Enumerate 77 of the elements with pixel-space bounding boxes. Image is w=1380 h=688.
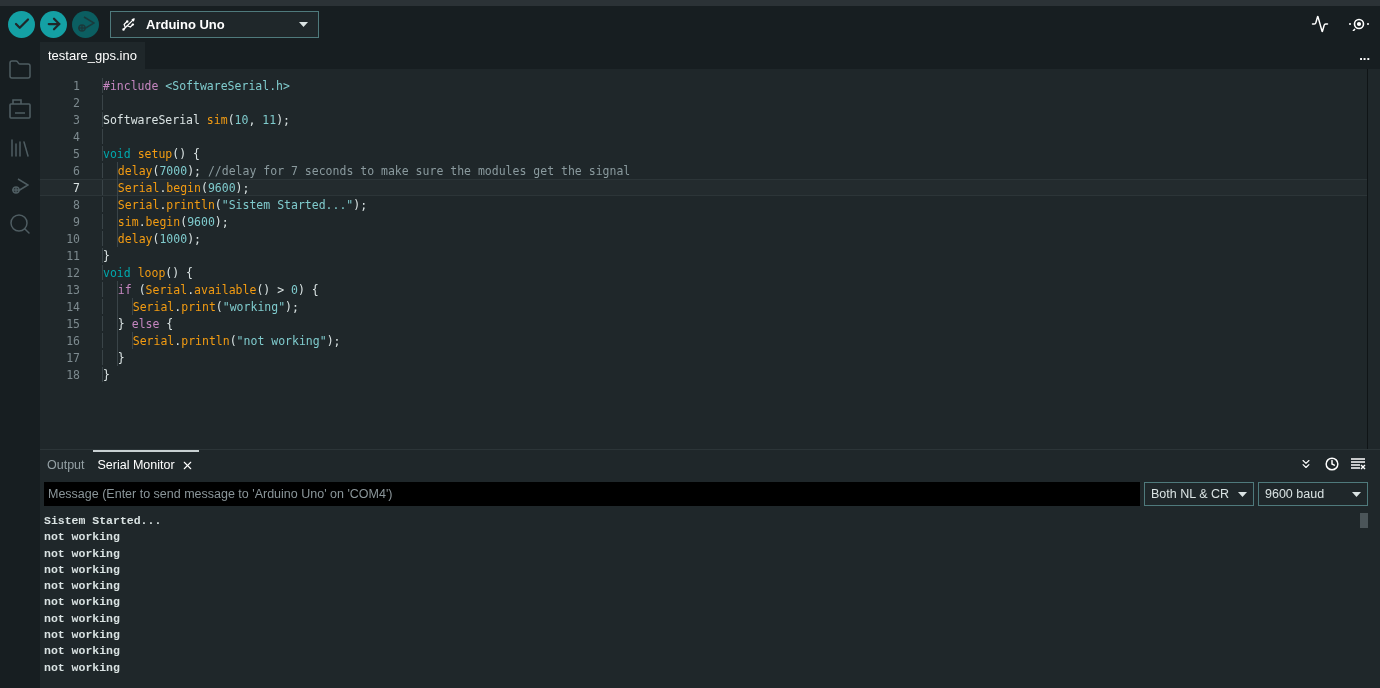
output-line: not working [44, 529, 121, 546]
line-number: 3 [72, 112, 80, 127]
message-input[interactable]: Message (Enter to send message to 'Arduino Uno' on 'COM4') [44, 482, 1140, 506]
autoscroll-button[interactable] [1299, 457, 1313, 471]
line-number: 12 [65, 265, 80, 280]
output-line: not working [44, 610, 121, 627]
output-line: not working [44, 594, 121, 611]
output-line: not working [44, 643, 121, 660]
verify-button[interactable] [8, 10, 35, 38]
code-line: 14 Serial.print("working"); [40, 298, 1367, 315]
chevrons-down-icon [1299, 457, 1313, 471]
serial-monitor-icon [1348, 17, 1370, 31]
upload-button[interactable] [40, 10, 67, 38]
code-line: 12 void loop() { [40, 264, 1367, 281]
debug-button[interactable] [11, 177, 29, 195]
line-number: 5 [72, 146, 80, 161]
debug-icon [11, 177, 29, 195]
line-number: 7 [72, 180, 80, 195]
library-icon [8, 136, 32, 160]
clock-icon [1325, 457, 1339, 471]
panel-tab[interactable]: Serial Monitor [92, 450, 199, 478]
line-number: 13 [65, 282, 80, 297]
output-line: not working [44, 627, 121, 644]
clear-output-button[interactable] [1351, 458, 1366, 470]
code-line: 17 } [40, 349, 1367, 366]
code-line: 5 void setup() { [40, 145, 1367, 162]
output-line: not working [44, 561, 121, 578]
line-number: 8 [72, 197, 80, 212]
line-number: 15 [65, 316, 80, 331]
line-number: 2 [72, 95, 80, 110]
clear-output-icon [1351, 458, 1366, 470]
file-tab[interactable]: testare_gps.ino [40, 42, 145, 69]
tab-label: Output [47, 458, 85, 472]
output-line: not working [44, 659, 121, 676]
code-line: 8 Serial.println("Sistem Started..."); [40, 196, 1367, 213]
code-line: 15 } else { [40, 315, 1367, 332]
line-number: 14 [65, 299, 80, 314]
line-number: 16 [65, 333, 80, 348]
usb-icon [121, 16, 136, 32]
line-number: 17 [65, 350, 80, 365]
line-ending-dropdown[interactable]: Both NL & CR [1144, 482, 1254, 506]
serial-plotter-button[interactable] [1311, 15, 1329, 33]
caret-icon [1238, 491, 1247, 497]
board-selector[interactable]: Arduino Uno [110, 10, 319, 38]
line-number: 4 [72, 129, 80, 144]
line-number: 10 [65, 231, 80, 246]
timestamp-button[interactable] [1325, 457, 1339, 471]
line-number: 11 [65, 248, 80, 263]
line-number: 6 [72, 163, 80, 178]
code-line: 11 } [40, 247, 1367, 264]
code-line: 16 Serial.println("not working"); [40, 332, 1367, 349]
code-line: 1 #include <SoftwareSerial.h> [40, 77, 1367, 94]
code-line: 3 SoftwareSerial sim(10, 11); [40, 111, 1367, 128]
debug-icon [76, 15, 95, 33]
folder-icon [8, 58, 32, 82]
pulse-icon [1311, 15, 1329, 33]
board-icon [9, 99, 31, 119]
line-number: 18 [65, 367, 80, 382]
output-line: not working [44, 545, 121, 562]
code-line: 10 delay(1000); [40, 230, 1367, 247]
more-button[interactable]: ... [1359, 42, 1370, 69]
line-number: 9 [72, 214, 80, 229]
output-line: not working [44, 578, 121, 595]
scrollbar-thumb[interactable] [1360, 513, 1368, 528]
caret-icon [1352, 491, 1361, 497]
code-line: 18 } [40, 366, 1367, 383]
code-line: 13 if (Serial.available() > 0) { [40, 281, 1367, 298]
tab-label: Serial Monitor [97, 458, 175, 472]
search-icon [8, 212, 32, 236]
output-line: Sistem Started... [44, 513, 163, 529]
search-button[interactable] [8, 212, 32, 236]
baud-rate-dropdown[interactable]: 9600 baud [1258, 482, 1368, 506]
panel-tab[interactable]: Output [42, 450, 90, 478]
line-number: 1 [72, 78, 80, 93]
code-line: 9 sim.begin(9600); [40, 213, 1367, 230]
caret-icon [299, 21, 308, 27]
serial-monitor-button[interactable] [1348, 17, 1370, 31]
